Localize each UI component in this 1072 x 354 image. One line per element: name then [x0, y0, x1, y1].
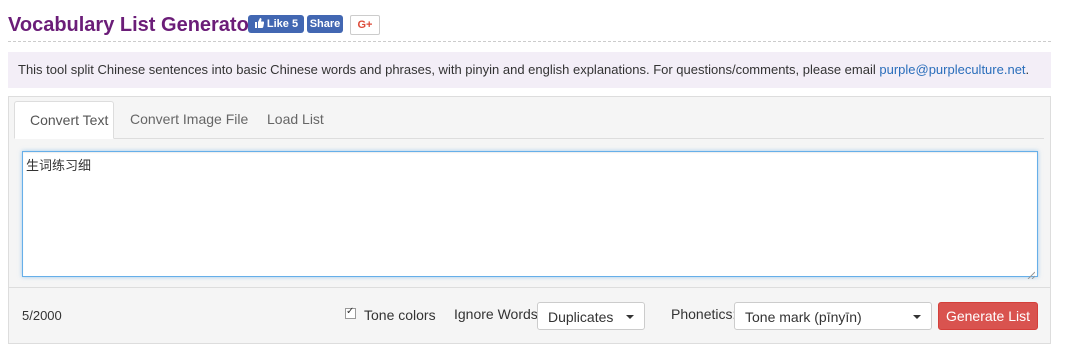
- ignore-words-label: Ignore Words:: [454, 306, 542, 322]
- google-plus-button[interactable]: G+: [350, 15, 380, 35]
- header: Vocabulary List Generator Like 5 Share G…: [8, 12, 1051, 40]
- resize-handle-icon[interactable]: [1027, 266, 1036, 280]
- chevron-down-icon: [626, 315, 634, 319]
- chevron-down-icon: [913, 315, 921, 319]
- facebook-like-label: Like 5: [266, 18, 299, 30]
- phonetics-select[interactable]: Tone mark (pīnyīn): [734, 302, 932, 330]
- tone-colors-label: Tone colors: [364, 307, 436, 323]
- text-input-value: 生词练习细: [26, 158, 92, 173]
- info-notice: This tool split Chinese sentences into b…: [8, 52, 1051, 88]
- chinese-text-input[interactable]: 生词练习细: [22, 151, 1038, 280]
- contact-email-link[interactable]: purple@purpleculture.net: [879, 62, 1025, 77]
- ignore-words-value: Duplicates: [548, 309, 614, 325]
- facebook-like-button[interactable]: Like 5: [248, 15, 304, 33]
- converter-panel: Convert Text Convert Image File Load Lis…: [8, 96, 1051, 344]
- tab-convert-image-file[interactable]: Convert Image File: [115, 101, 252, 138]
- divider: [8, 41, 1051, 42]
- notice-text: This tool split Chinese sentences into b…: [18, 62, 880, 77]
- notice-end: .: [1025, 62, 1030, 77]
- phonetics-label: Phonetics:: [671, 306, 737, 322]
- generate-list-button[interactable]: Generate List: [938, 302, 1038, 330]
- options-bar: 5/2000 Tone colors Ignore Words: Duplica…: [9, 287, 1050, 344]
- tab-convert-text[interactable]: Convert Text: [14, 101, 114, 139]
- phonetics-value: Tone mark (pīnyīn): [745, 309, 862, 325]
- tab-load-list[interactable]: Load List: [252, 101, 342, 138]
- thumbs-up-icon: [254, 17, 265, 31]
- ignore-words-select[interactable]: Duplicates: [537, 302, 645, 330]
- facebook-share-button[interactable]: Share: [307, 15, 343, 33]
- page-title: Vocabulary List Generator: [8, 14, 257, 36]
- tone-colors-checkbox[interactable]: [345, 306, 356, 319]
- character-count: 5/2000: [22, 308, 62, 323]
- tab-bar: Convert Text Convert Image File Load Lis…: [14, 101, 1044, 139]
